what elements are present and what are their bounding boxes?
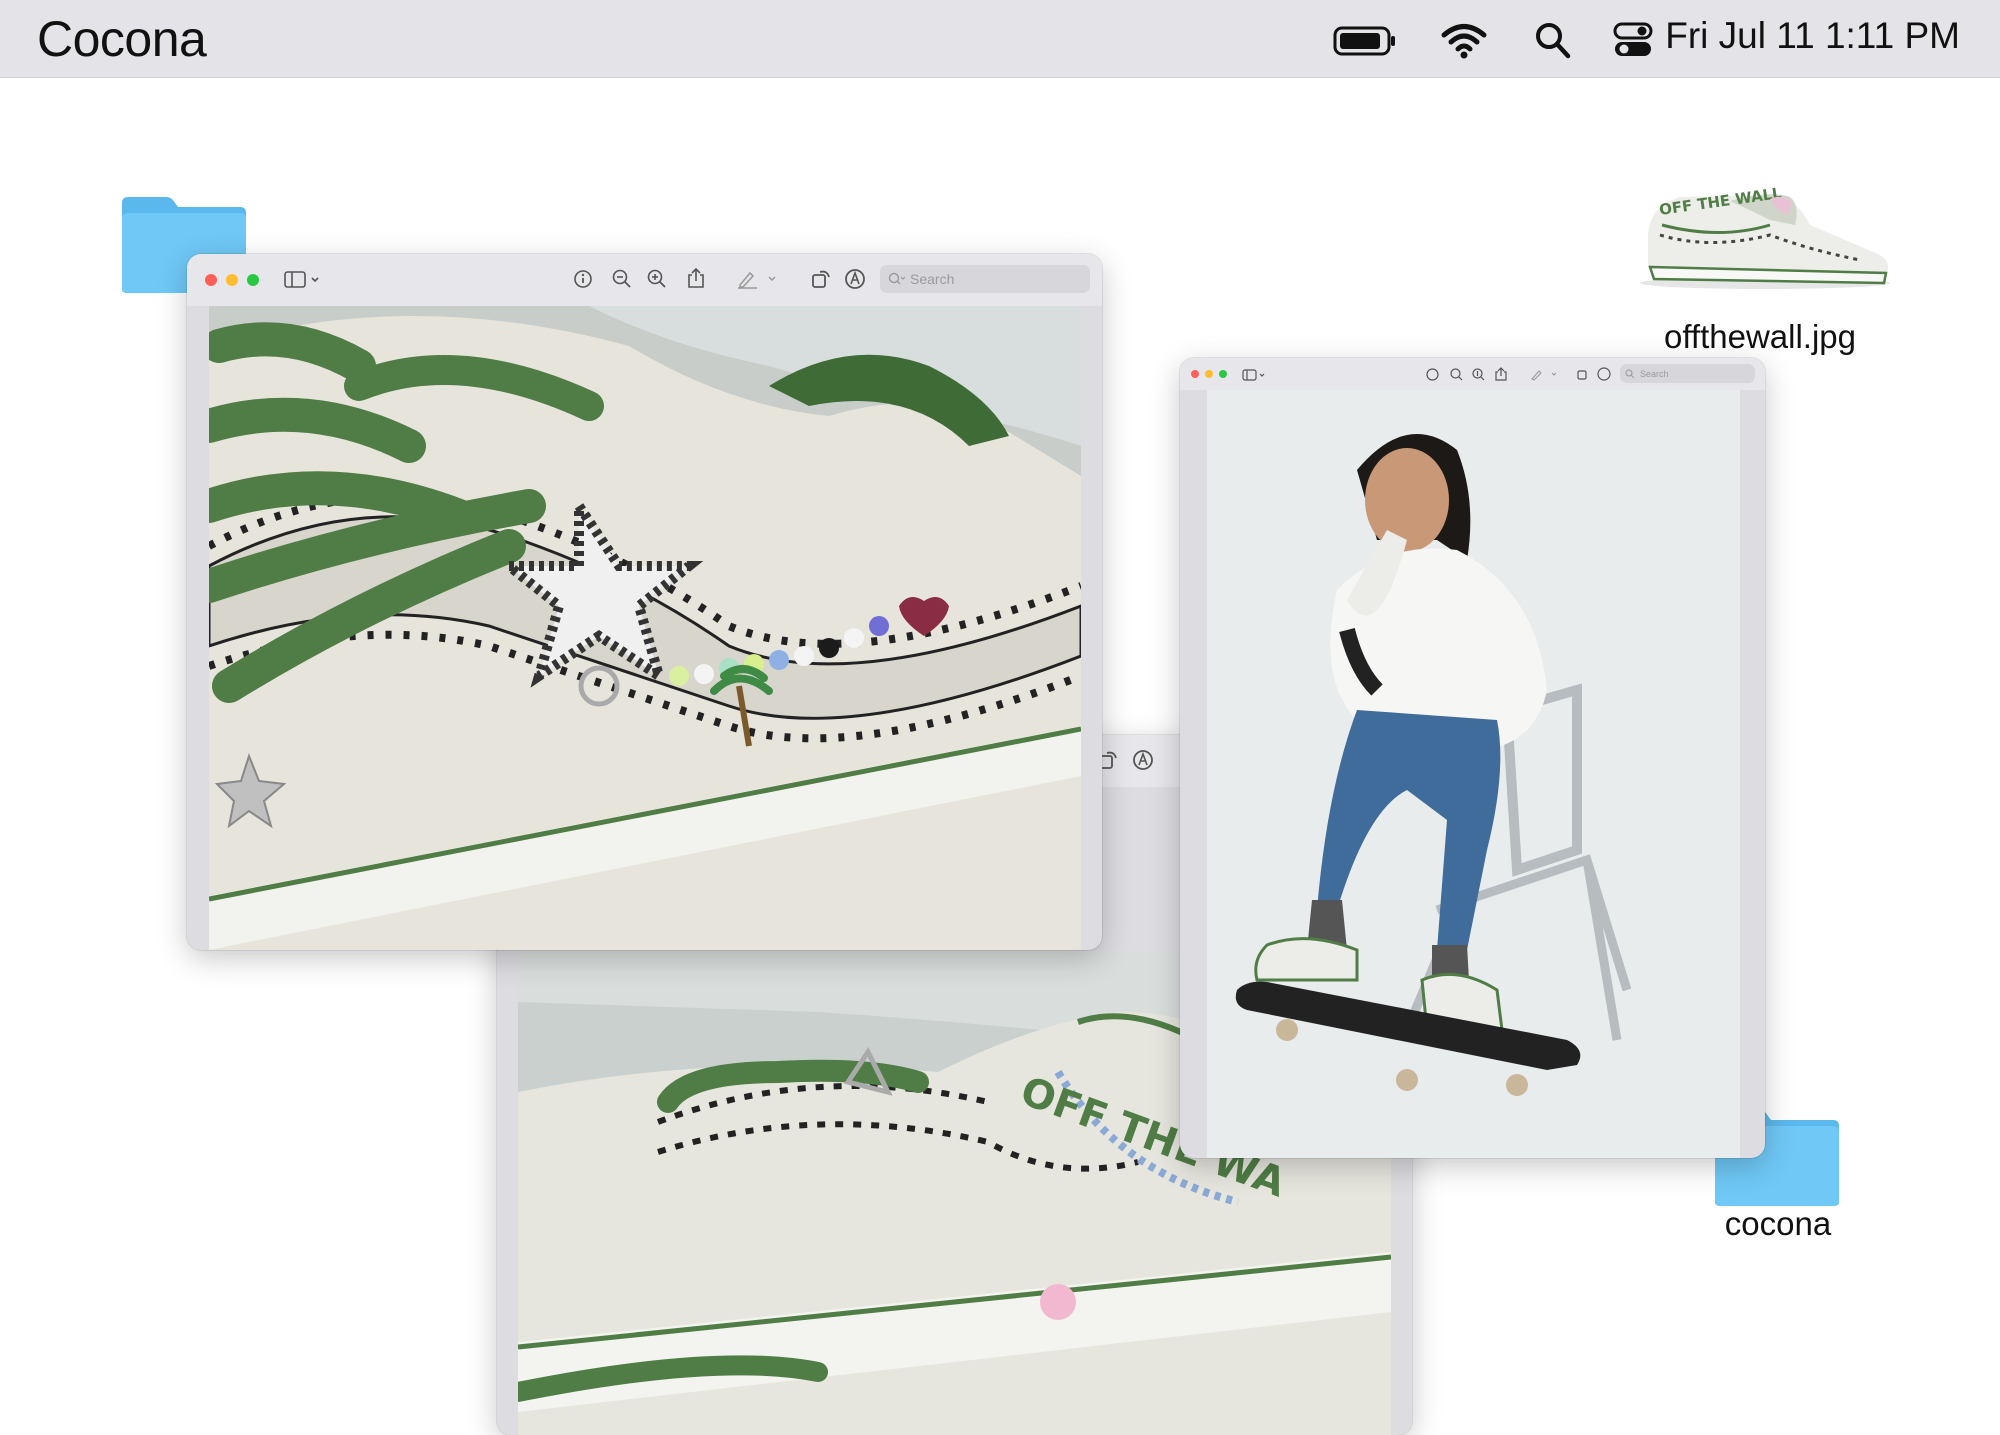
share-icon[interactable] (1495, 367, 1507, 381)
file-name-label: offthewall.jpg (1663, 318, 1857, 355)
battery-icon[interactable] (1333, 20, 1399, 60)
markup-icon[interactable] (1530, 368, 1558, 381)
window-toolbar: Search (1180, 358, 1765, 390)
minimize-button[interactable] (1205, 370, 1213, 378)
search-icon[interactable] (1533, 20, 1573, 60)
window-controls (1191, 370, 1227, 378)
annotate-icon[interactable] (1597, 367, 1611, 381)
preview-window-main[interactable]: Search (187, 254, 1102, 950)
zoom-button[interactable] (247, 274, 259, 286)
window-controls (205, 274, 259, 286)
search-placeholder: Search (1640, 368, 1669, 379)
info-icon[interactable] (1426, 368, 1439, 381)
close-button[interactable] (205, 274, 217, 286)
zoom-button[interactable] (1219, 370, 1227, 378)
model-skateboard-photo (1207, 390, 1740, 1158)
sidebar-icon[interactable] (284, 271, 324, 289)
annotate-icon[interactable] (1132, 749, 1154, 771)
menu-bar-clock[interactable]: Fri Jul 11 1:11 PM (1665, 15, 1960, 57)
zoom-in-icon[interactable] (647, 269, 667, 289)
search-icon (888, 272, 906, 285)
zoom-in-icon[interactable] (1472, 368, 1485, 381)
shoe-detail-photo (209, 306, 1081, 950)
search-placeholder: Search (910, 271, 955, 287)
preview-window-portrait[interactable]: Search (1180, 358, 1765, 1158)
share-icon[interactable] (687, 267, 705, 289)
wifi-icon[interactable] (1440, 20, 1488, 60)
info-icon[interactable] (573, 269, 593, 289)
search-icon (1625, 369, 1635, 378)
zoom-out-icon[interactable] (612, 269, 632, 289)
app-name-menu[interactable]: Cocona (37, 10, 207, 68)
annotate-icon[interactable] (844, 268, 866, 290)
minimize-button[interactable] (226, 274, 238, 286)
folder-name-label: cocona (1724, 1205, 1832, 1242)
search-field[interactable]: Search (1620, 364, 1755, 383)
sidebar-icon[interactable] (1242, 369, 1268, 381)
window-toolbar: Search (187, 254, 1102, 306)
menu-bar: Cocona Fri Jul 11 1:11 PM (0, 0, 2000, 78)
file-thumbnail-icon[interactable]: OFF THE WALL (1620, 175, 1900, 295)
rotate-icon[interactable] (1576, 367, 1590, 381)
close-button[interactable] (1191, 370, 1199, 378)
zoom-out-icon[interactable] (1450, 368, 1463, 381)
control-center-icon[interactable] (1613, 20, 1653, 60)
search-field[interactable]: Search (880, 265, 1090, 293)
markup-icon[interactable] (737, 269, 777, 289)
rotate-icon[interactable] (810, 268, 832, 290)
